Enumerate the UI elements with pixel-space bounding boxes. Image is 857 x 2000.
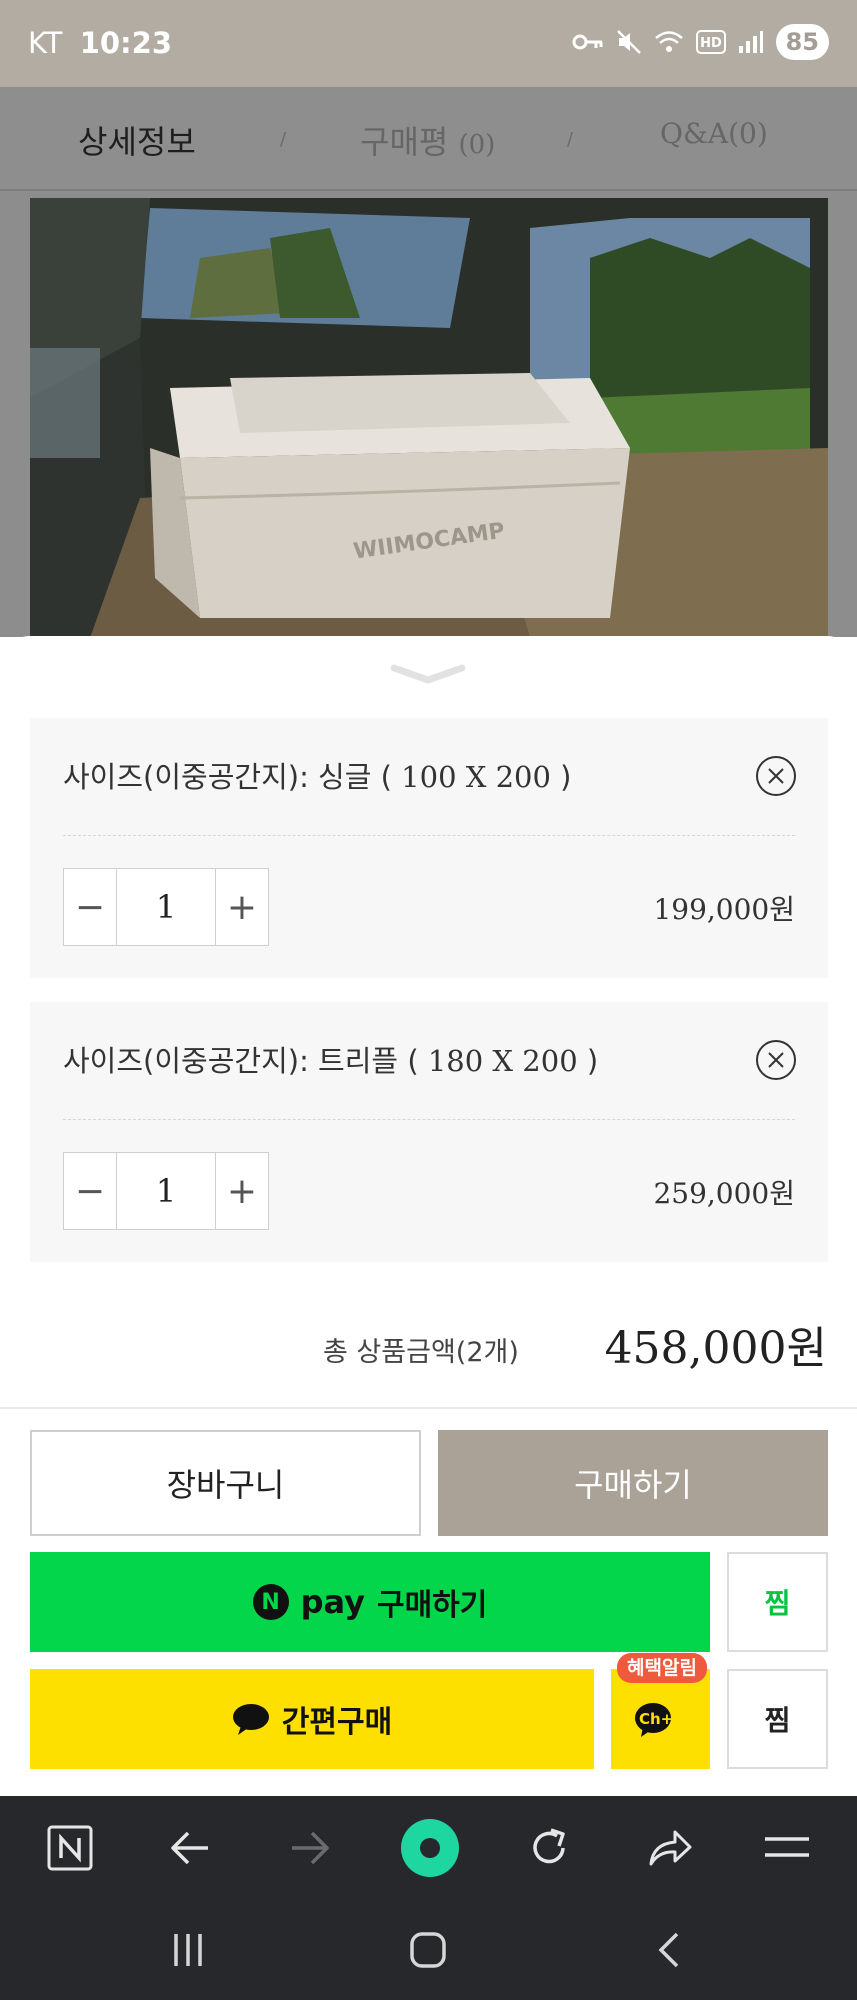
tab-reviews-count: (0) bbox=[458, 130, 496, 160]
svg-text:HD: HD bbox=[700, 36, 722, 51]
signal-icon bbox=[738, 31, 763, 53]
option-size-spec: 180 X 200 bbox=[427, 1044, 578, 1078]
close-icon bbox=[768, 1052, 784, 1068]
decrease-quantity-button[interactable]: − bbox=[64, 1153, 116, 1229]
tab-detail[interactable]: 상세정보 bbox=[78, 117, 196, 163]
kakao-channel-label: Ch+ bbox=[639, 1710, 673, 1728]
back-arrow-icon[interactable] bbox=[160, 1818, 220, 1878]
system-navigation-bar bbox=[0, 1900, 857, 2000]
share-icon[interactable] bbox=[639, 1818, 699, 1878]
tab-reviews-label: 구매평 bbox=[360, 123, 449, 161]
product-image: WIIMOCAMP bbox=[30, 198, 828, 638]
remove-option-button[interactable] bbox=[756, 1040, 796, 1080]
refresh-icon[interactable] bbox=[519, 1818, 579, 1878]
naver-pay-logo-icon: N bbox=[252, 1584, 289, 1620]
increase-quantity-button[interactable]: + bbox=[216, 1153, 268, 1229]
kakao-channel-button[interactable]: Ch+ bbox=[611, 1669, 710, 1769]
wifi-icon bbox=[654, 31, 683, 52]
menu-icon[interactable] bbox=[757, 1818, 817, 1878]
sheet-divider bbox=[0, 1407, 857, 1409]
benefit-alert-badge: 혜택알림 bbox=[617, 1653, 707, 1683]
naver-pay-label: 구매하기 bbox=[376, 1588, 488, 1623]
option-name-label: 사이즈(이중공간지): 싱글 ( bbox=[63, 760, 402, 794]
total-row: 총 상품금액(2개) 458,000원 bbox=[0, 1308, 857, 1378]
option-name: 사이즈(이중공간지): 트리플 ( 180 X 200 ) bbox=[63, 1038, 598, 1080]
browser-toolbar bbox=[0, 1796, 857, 1900]
naver-n-icon[interactable] bbox=[40, 1818, 100, 1878]
tab-reviews[interactable]: 구매평 (0) bbox=[360, 117, 495, 163]
tab-qna[interactable]: Q&A(0) bbox=[660, 117, 768, 150]
tent-air-mattress-photo: WIIMOCAMP bbox=[30, 198, 828, 638]
product-page-backdrop[interactable]: 상세정보 / 구매평 (0) / Q&A(0) WIIMOCAMP bbox=[0, 87, 857, 638]
option-price: 259,000원 bbox=[653, 1177, 795, 1210]
option-divider bbox=[63, 1119, 795, 1120]
remove-option-button[interactable] bbox=[756, 756, 796, 796]
status-left: KT 10:23 bbox=[28, 26, 172, 60]
detail-tab-bar: 상세정보 / 구매평 (0) / Q&A(0) bbox=[0, 87, 857, 191]
naver-pay-word: pay bbox=[300, 1583, 365, 1621]
decrease-quantity-button[interactable]: − bbox=[64, 869, 116, 945]
forward-arrow-icon[interactable] bbox=[280, 1818, 340, 1878]
total-label: 총 상품금액(2개) bbox=[323, 1337, 519, 1368]
speech-bubble-icon bbox=[232, 1704, 269, 1735]
key-icon bbox=[572, 34, 603, 50]
kakao-quick-buy-label: 간편구매 bbox=[281, 1705, 393, 1740]
option-divider bbox=[63, 835, 795, 836]
selected-option: 사이즈(이중공간지): 싱글 ( 100 X 200 ) − 1 + 199,0… bbox=[30, 718, 828, 978]
naver-pay-button[interactable]: N pay 구매하기 bbox=[30, 1552, 710, 1652]
quantity-value[interactable]: 1 bbox=[116, 869, 216, 945]
option-name-label: 사이즈(이중공간지): 트리플 ( bbox=[63, 1044, 428, 1078]
status-bar: KT 10:23 HD 85 bbox=[0, 0, 857, 87]
battery-icon: 85 bbox=[775, 24, 829, 60]
tab-separator: / bbox=[280, 129, 287, 150]
mute-icon bbox=[616, 30, 641, 54]
add-to-cart-button[interactable]: 장바구니 bbox=[30, 1430, 421, 1536]
option-size-spec: 100 X 200 bbox=[401, 760, 551, 794]
option-name: 사이즈(이중공간지): 싱글 ( 100 X 200 ) bbox=[63, 754, 572, 796]
status-icons: HD 85 bbox=[572, 24, 829, 60]
purchase-bottom-sheet: 사이즈(이중공간지): 싱글 ( 100 X 200 ) − 1 + 199,0… bbox=[0, 636, 857, 1796]
kakao-channel-icon: Ch+ bbox=[634, 1703, 673, 1737]
back-icon[interactable] bbox=[643, 1928, 693, 1972]
tab-separator: / bbox=[567, 129, 574, 150]
carrier-label: KT bbox=[28, 26, 63, 60]
buy-now-button[interactable]: 구매하기 bbox=[438, 1430, 828, 1536]
close-icon bbox=[768, 768, 784, 784]
option-name-suffix: ) bbox=[577, 1044, 599, 1078]
total-price: 458,000원 bbox=[604, 1323, 827, 1374]
home-icon[interactable] bbox=[403, 1928, 453, 1972]
naver-wishlist-button[interactable]: 찜 bbox=[727, 1552, 828, 1652]
quantity-value[interactable]: 1 bbox=[116, 1153, 216, 1229]
kakao-quick-buy-button[interactable]: 간편구매 bbox=[30, 1669, 594, 1769]
collapse-chevron-icon[interactable] bbox=[388, 662, 468, 690]
option-name-suffix: ) bbox=[550, 760, 572, 794]
quantity-stepper: − 1 + bbox=[63, 1152, 269, 1230]
kakao-wishlist-button[interactable]: 찜 bbox=[727, 1669, 828, 1769]
recents-icon[interactable] bbox=[163, 1928, 213, 1972]
home-circle-icon[interactable] bbox=[399, 1817, 461, 1879]
quantity-stepper: − 1 + bbox=[63, 868, 269, 946]
selected-option: 사이즈(이중공간지): 트리플 ( 180 X 200 ) − 1 + 259,… bbox=[30, 1002, 828, 1262]
hd-icon: HD bbox=[695, 30, 726, 54]
clock: 10:23 bbox=[79, 26, 173, 60]
increase-quantity-button[interactable]: + bbox=[216, 869, 268, 945]
option-price: 199,000원 bbox=[653, 893, 795, 926]
